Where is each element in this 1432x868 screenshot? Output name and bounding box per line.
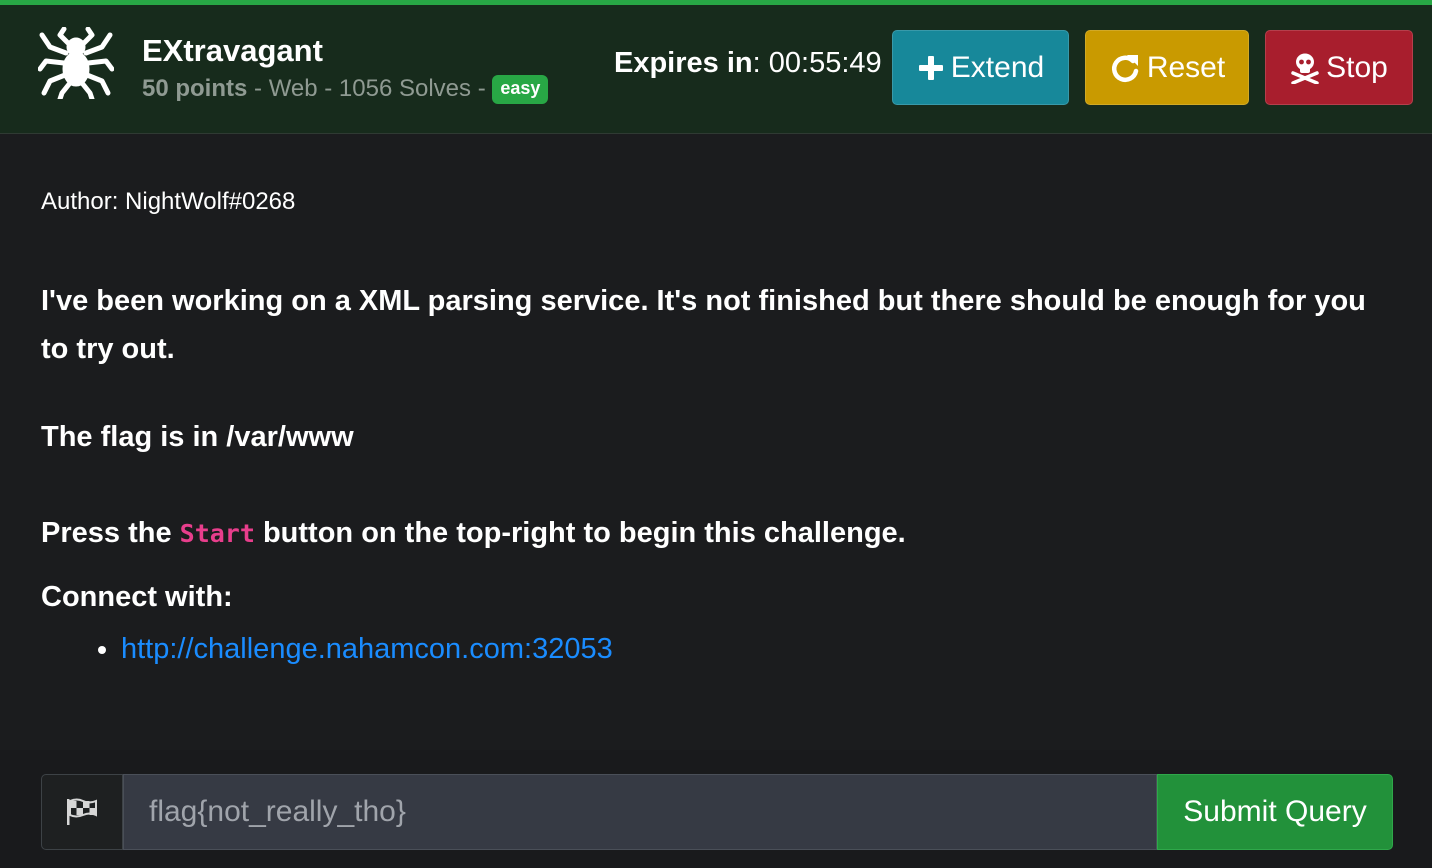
start-code: Start <box>179 519 255 548</box>
challenge-points: 50 points <box>142 75 248 102</box>
connect-label: Connect with: <box>41 581 233 613</box>
press-prefix: Press the <box>41 517 180 549</box>
challenge-meta: 50 points - Web - 1056 Solves - easy <box>142 75 549 104</box>
reset-label: Reset <box>1146 50 1226 84</box>
press-suffix: button on the top-right to begin this ch… <box>254 517 906 549</box>
list-item: http://challenge.nahamcon.com:32053 <box>121 633 613 666</box>
flag-input-group: Submit Query <box>41 774 1393 850</box>
skull-crossbones-icon <box>1291 53 1319 84</box>
challenge-header: EXtravagant 50 points - Web - 1056 Solve… <box>0 5 1432 134</box>
description-paragraph: I've been working on a XML parsing servi… <box>41 285 1366 365</box>
challenge-title: EXtravagant <box>142 33 323 68</box>
flag-checkered-icon <box>67 798 97 825</box>
plus-icon <box>918 55 943 80</box>
challenge-link[interactable]: http://challenge.nahamcon.com:32053 <box>121 633 613 665</box>
reset-button[interactable]: Reset <box>1085 30 1249 105</box>
start-instructions: Press the Start button on the top-right … <box>41 517 906 550</box>
spider-icon <box>38 27 114 99</box>
expiry-separator: : <box>752 47 769 79</box>
connection-list: http://challenge.nahamcon.com:32053 <box>41 633 613 666</box>
redo-icon <box>1111 54 1139 82</box>
flag-location-text: The flag is in /var/www <box>41 421 354 453</box>
expiry-value: 00:55:49 <box>768 47 882 79</box>
author-line: Author: NightWolf#0268 <box>41 188 296 215</box>
stop-label: Stop <box>1326 50 1388 84</box>
challenge-card: EXtravagant 50 points - Web - 1056 Solve… <box>0 0 1432 868</box>
stop-button[interactable]: Stop <box>1265 30 1413 105</box>
flag-input[interactable] <box>123 774 1157 850</box>
difficulty-badge: easy <box>492 75 549 104</box>
challenge-category-solves: - Web - 1056 Solves - <box>247 75 493 102</box>
expiry-label: Expires in <box>614 47 753 79</box>
submit-query-button[interactable]: Submit Query <box>1157 774 1393 850</box>
extend-button[interactable]: Extend <box>892 30 1069 105</box>
extend-label: Extend <box>950 50 1045 84</box>
flag-submission-footer: Submit Query <box>0 750 1432 868</box>
flag-prepend <box>41 774 123 850</box>
expiry-timer: Expires in: 00:55:49 <box>614 47 882 80</box>
